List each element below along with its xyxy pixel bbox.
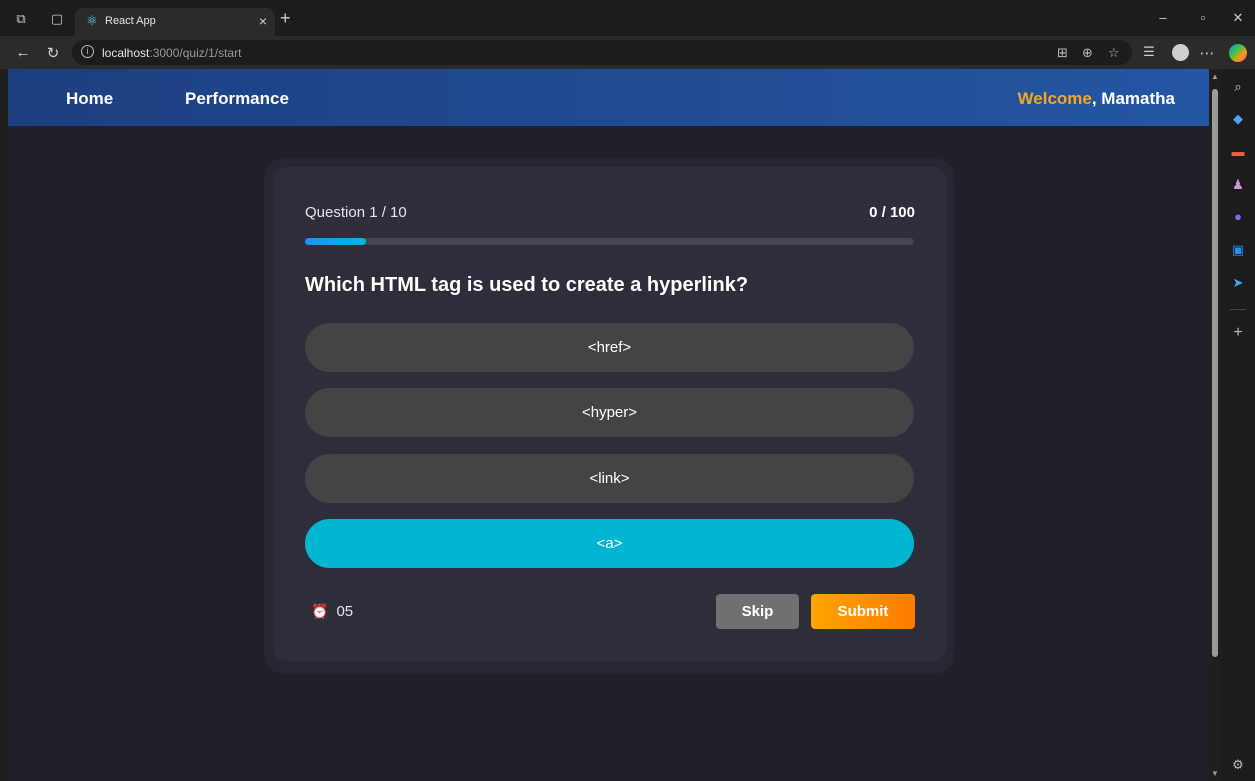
answer-option-3[interactable]: <link> (305, 454, 914, 503)
page-scrollbar[interactable]: ▲ ▼ (1209, 69, 1221, 781)
sidebar-divider (1230, 309, 1246, 310)
browser-titlebar: ⧉ ▢ ⚛ React App × + – ▫ ✕ (0, 0, 1255, 36)
minimize-icon[interactable]: – (1153, 10, 1173, 25)
sidebar-settings-icon[interactable]: ⚙ (1230, 757, 1246, 773)
welcome-word: Welcome (1017, 89, 1092, 108)
score-display: 0 / 100 (869, 204, 915, 221)
skip-button[interactable]: Skip (716, 594, 799, 629)
favorites-icon[interactable]: ☰ (1140, 44, 1158, 60)
scrollbar-thumb[interactable] (1212, 89, 1218, 657)
tab-title: React App (105, 15, 156, 27)
quiz-progress-bar (305, 238, 914, 245)
browser-tab[interactable]: ⚛ React App × (75, 8, 275, 36)
games-icon[interactable]: ♟ (1230, 177, 1246, 193)
progress-fill (305, 238, 366, 245)
alarm-clock-icon: ⏰ (311, 603, 329, 619)
site-info-icon[interactable]: i (81, 45, 94, 58)
app-navbar: Home Performance Welcome, Mamatha (8, 69, 1209, 126)
answer-option-2[interactable]: <hyper> (305, 388, 914, 437)
nav-home[interactable]: Home (66, 89, 113, 109)
zoom-icon[interactable]: ⊕ (1082, 45, 1093, 61)
question-text: Which HTML tag is used to create a hyper… (305, 274, 749, 296)
question-counter: Question 1 / 10 (305, 204, 407, 221)
welcome-message: Welcome, Mamatha (1018, 89, 1175, 109)
tab-actions-icon[interactable]: ▢ (50, 12, 64, 26)
quiz-card: Question 1 / 10 0 / 100 Which HTML tag i… (273, 167, 947, 661)
edge-sidebar: ⌕ ◆ ▬ ♟ ● ▣ ➤ + ⚙ (1221, 69, 1255, 781)
answer-option-1[interactable]: <href> (305, 323, 914, 372)
tools-briefcase-icon[interactable]: ▬ (1230, 144, 1246, 160)
more-menu-icon[interactable]: ⋯ (1198, 44, 1216, 62)
copilot-icon[interactable] (1229, 44, 1247, 62)
add-sidebar-app-icon[interactable]: + (1230, 325, 1246, 341)
welcome-username: , Mamatha (1091, 89, 1175, 108)
page-viewport: Home Performance Welcome, Mamatha Questi… (8, 69, 1209, 781)
close-window-icon[interactable]: ✕ (1228, 10, 1248, 26)
address-bar[interactable]: i localhost:3000/quiz/1/start ⊞ ⊕ ☆ (72, 40, 1132, 65)
search-icon[interactable]: ⌕ (1230, 79, 1246, 95)
react-logo-icon: ⚛ (86, 13, 98, 28)
answer-option-4[interactable]: <a> (305, 519, 914, 568)
scroll-up-icon[interactable]: ▲ (1211, 72, 1219, 81)
nav-performance[interactable]: Performance (185, 89, 289, 109)
profile-avatar-icon[interactable] (1172, 44, 1189, 61)
url-text: localhost:3000/quiz/1/start (102, 46, 242, 60)
outlook-icon[interactable]: ▣ (1230, 242, 1246, 258)
close-tab-icon[interactable]: × (259, 13, 267, 29)
back-icon[interactable]: ← (14, 44, 32, 61)
workspaces-icon[interactable]: ⧉ (14, 12, 28, 26)
browser-toolbar: ← ↻ i localhost:3000/quiz/1/start ⊞ ⊕ ☆ … (0, 36, 1255, 69)
submit-button[interactable]: Submit (811, 594, 915, 629)
reader-view-icon[interactable]: ⊞ (1057, 45, 1068, 61)
telegram-send-icon[interactable]: ➤ (1230, 275, 1246, 291)
new-tab-icon[interactable]: + (280, 8, 291, 29)
restore-icon[interactable]: ▫ (1193, 10, 1213, 25)
quiz-timer: ⏰ 05 (311, 603, 353, 620)
shopping-tag-icon[interactable]: ◆ (1230, 111, 1246, 127)
timer-value: 05 (336, 603, 354, 620)
copilot-sidebar-icon[interactable]: ● (1230, 209, 1246, 225)
favorite-star-icon[interactable]: ☆ (1108, 45, 1120, 61)
refresh-icon[interactable]: ↻ (44, 44, 62, 62)
scroll-down-icon[interactable]: ▼ (1211, 769, 1219, 778)
